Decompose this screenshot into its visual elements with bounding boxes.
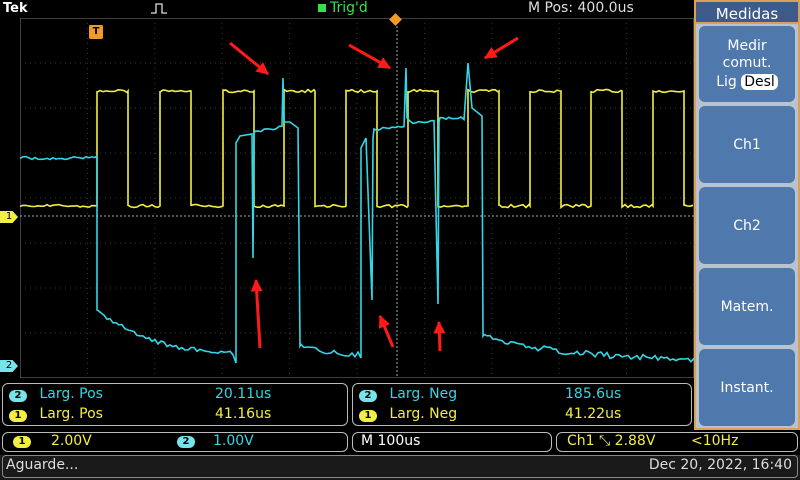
trigger-setting: Ch1 ⤡ 2.88V — [567, 433, 655, 449]
ch1-badge: 1 — [13, 436, 31, 448]
trigger-pulse-icon — [150, 2, 168, 14]
top-bar: Tek Trig'd M Pos: 400.0us — [0, 0, 694, 18]
ch1-button[interactable]: Ch1 — [699, 106, 795, 183]
measurement-row: 1 Larg. Pos — [9, 406, 103, 422]
ch2-button[interactable]: Ch2 — [699, 187, 795, 264]
measurement-box-right: 2 Larg. Neg 185.6us 1 Larg. Neg 41.22us — [352, 383, 692, 426]
measure-toggle-button[interactable]: Medir comut. Lig Desl — [699, 26, 795, 102]
vertical-scale-box[interactable]: 1 2.00V 2 1.00V — [2, 432, 348, 452]
brand-logo: Tek — [3, 1, 28, 16]
trigger-box[interactable]: Ch1 ⤡ 2.88V <10Hz — [556, 432, 798, 452]
ch2-badge: 2 — [177, 436, 195, 448]
side-menu-title: Medidas — [694, 0, 800, 24]
date-time: Dec 20, 2022, 16:40 — [649, 457, 792, 473]
trigger-status: Trig'd — [318, 0, 368, 16]
measurement-value: 185.6us — [565, 386, 621, 402]
ch1-scale: 2.00V — [51, 433, 92, 449]
horizontal-position: M Pos: 400.0us — [528, 0, 634, 16]
measurement-box-left: 2 Larg. Pos 20.11us 1 Larg. Pos 41.16us — [2, 383, 348, 426]
measurement-value: 41.22us — [565, 406, 621, 422]
measurement-row: 2 Larg. Pos — [9, 386, 103, 402]
trigger-frequency: <10Hz — [691, 433, 738, 449]
ch2-ground-marker[interactable]: 2 — [0, 360, 18, 372]
measurement-row: 2 Larg. Neg — [359, 386, 457, 402]
trigger-position-marker[interactable]: T — [89, 25, 103, 39]
waveform-display — [20, 18, 694, 378]
measurement-row: 1 Larg. Neg — [359, 406, 457, 422]
side-menu: Medidas Medir comut. Lig Desl Ch1 Ch2 Ma… — [694, 0, 800, 430]
acquisition-state: Aguarde... — [6, 457, 78, 473]
measurement-value: 41.16us — [215, 406, 271, 422]
timebase: M 100us — [361, 433, 420, 449]
timebase-box[interactable]: M 100us — [352, 432, 552, 452]
status-footer: Aguarde... Dec 20, 2022, 16:40 — [0, 455, 800, 480]
snapshot-button[interactable]: Instant. — [699, 349, 795, 426]
ch2-scale: 1.00V — [213, 433, 254, 449]
trigger-status-icon — [318, 4, 326, 12]
measurement-value: 20.11us — [215, 386, 271, 402]
ch1-ground-marker[interactable]: 1 — [0, 211, 18, 223]
math-button[interactable]: Matem. — [699, 268, 795, 345]
